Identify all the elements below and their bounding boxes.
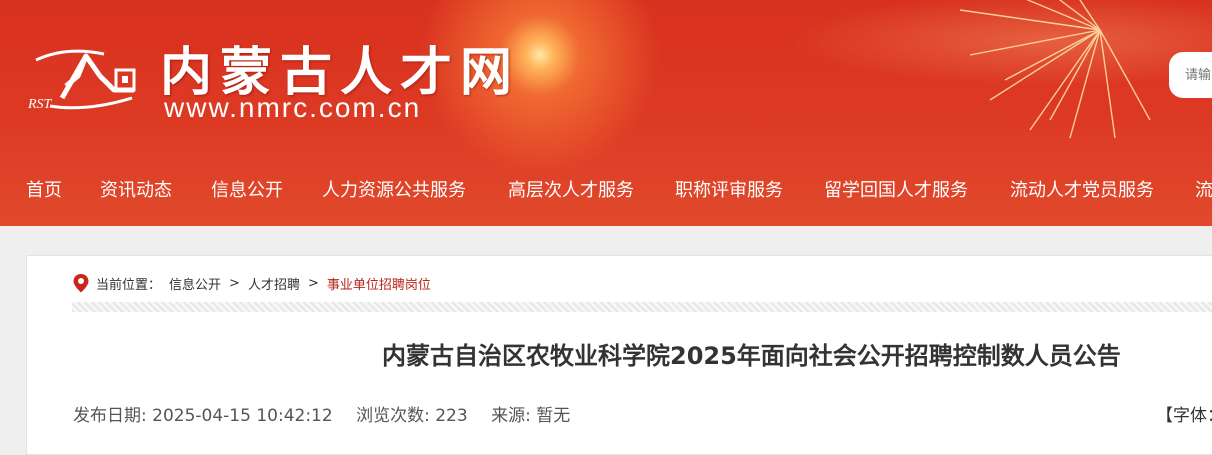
divider-stripe [72,302,1212,312]
nav-item-more[interactable]: 流 [1195,176,1212,202]
site-url[interactable]: www.nmrc.com.cn [164,92,421,124]
article-source: 来源: 暂无 [491,406,571,426]
breadcrumb-separator: > [229,275,240,291]
nav-item-title-review[interactable]: 职称评审服务 [675,176,783,202]
breadcrumb: 当前位置： 信息公开 > 人才招聘 > 事业单位招聘岗位 [72,272,431,294]
nav-item-returnee-talent[interactable]: 留学回国人才服务 [824,176,968,202]
breadcrumb-separator: > [307,275,319,291]
breadcrumb-prefix: 当前位置： [96,277,162,293]
publish-date: 发布日期: 2025-04-15 10:42:12 [73,406,333,426]
view-count: 浏览次数: 223 [356,406,468,426]
nav-item-info-disclosure[interactable]: 信息公开 [211,176,283,202]
logo-text: RST [27,97,53,112]
rst-logo-icon: RST [27,49,136,112]
breadcrumb-item-info-disclosure[interactable]: 信息公开 [169,274,221,293]
nav-item-hr-public-service[interactable]: 人力资源公共服务 [322,176,466,202]
breadcrumb-item-current[interactable]: 事业单位招聘岗位 [327,274,431,293]
article-meta: 发布日期: 2025-04-15 10:42:12 浏览次数: 223 来源: … [73,401,570,426]
nav-item-mobile-party-member[interactable]: 流动人才党员服务 [1010,176,1154,202]
nav-item-high-level-talent[interactable]: 高层次人才服务 [508,176,634,202]
breadcrumb-item-talent-recruitment[interactable]: 人才招聘 [248,274,300,293]
article-title: 内蒙古自治区农牧业科学院2025年面向社会公开招聘控制数人员公告 [382,342,1121,370]
nav-item-home[interactable]: 首页 [26,176,62,202]
site-header: RST 内蒙古人才网 www.nmrc.com.cn 首页 资讯动态 信息公开 … [0,0,1212,226]
nav-item-news[interactable]: 资讯动态 [100,176,172,202]
search-input[interactable] [1169,52,1212,98]
main-nav: 首页 资讯动态 信息公开 人力资源公共服务 高层次人才服务 职称评审服务 留学回… [0,168,1212,208]
location-pin-icon [73,274,89,293]
font-size-control[interactable]: 【字体： [1156,401,1212,426]
firework-decoration [959,0,1151,139]
